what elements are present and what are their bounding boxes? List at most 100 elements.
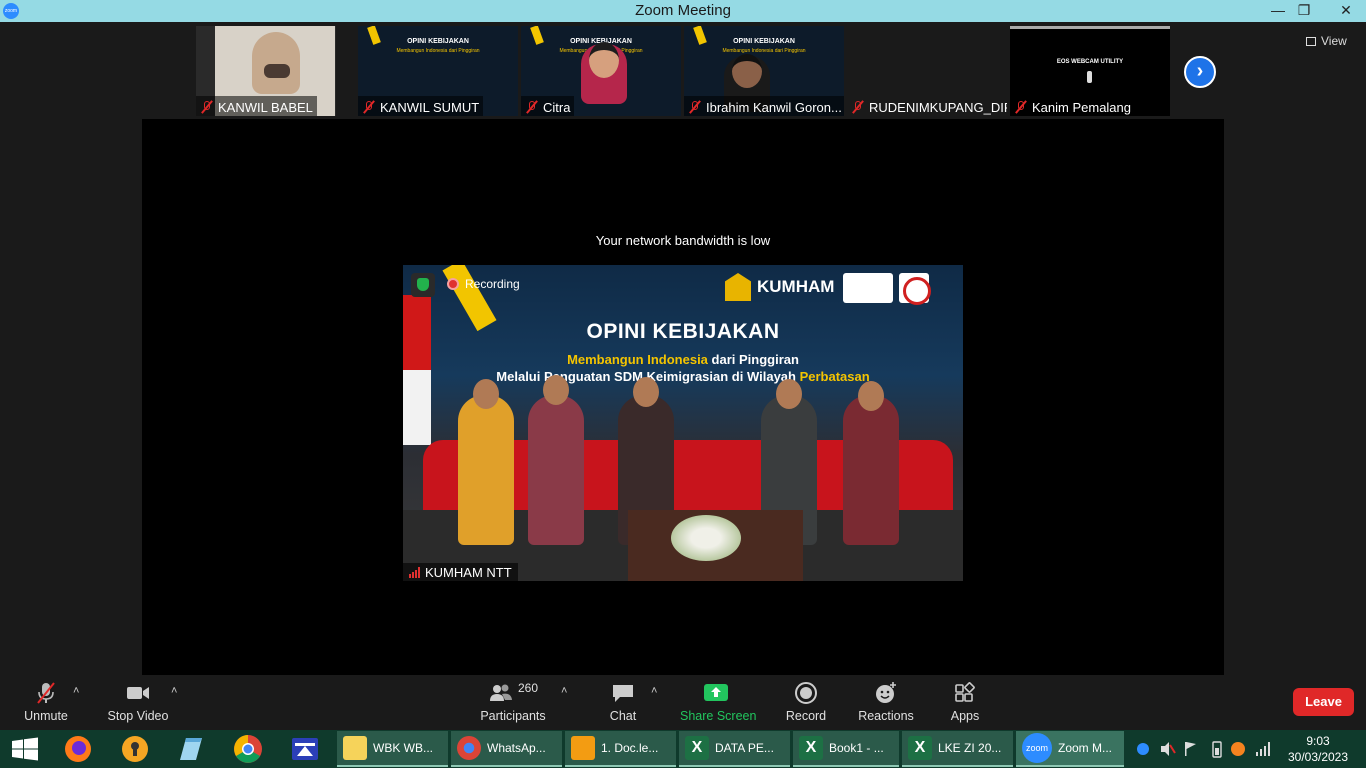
share-screen-icon <box>680 681 752 705</box>
panelist <box>843 395 899 545</box>
participant-name-bar: KANWIL SUMUT <box>358 96 484 116</box>
excel-icon: X <box>908 736 932 760</box>
muted-mic-icon <box>852 100 864 114</box>
chrome-taskbar-icon[interactable] <box>222 732 274 766</box>
unmute-button[interactable]: Unmute <box>18 681 74 727</box>
avast-icon[interactable] <box>1230 730 1246 768</box>
taskbar-item-label: Book1 - ... <box>829 741 884 755</box>
taskbar-item-explorer[interactable]: WBK WB... <box>337 731 448 767</box>
minimize-button[interactable]: — <box>1265 0 1291 22</box>
clock-date: 30/03/2023 <box>1287 750 1349 764</box>
speaker-name-bar: KUMHAM NTT <box>403 563 518 581</box>
excel-icon: X <box>685 736 709 760</box>
taskbar-item-label: DATA PE... <box>715 741 774 755</box>
panelist-head <box>633 377 659 407</box>
slide-title: OPINI KEBIJAKAN <box>407 38 469 45</box>
record-button[interactable]: Record <box>784 681 828 727</box>
record-icon <box>784 681 828 705</box>
panelist-head <box>858 381 884 411</box>
unmute-label: Unmute <box>24 709 68 723</box>
chat-label: Chat <box>609 709 637 723</box>
restore-button[interactable]: ❐ <box>1291 0 1317 22</box>
webcam-utility-text: EOS WEBCAM UTILITY <box>1056 59 1124 65</box>
notepad-taskbar-icon[interactable] <box>164 732 216 766</box>
security-shield-icon[interactable] <box>411 273 435 297</box>
share-screen-button[interactable]: Share Screen <box>680 681 756 727</box>
apps-icon <box>945 681 985 705</box>
zoom-icon: zoom <box>1022 733 1052 763</box>
muted-mic-icon <box>689 100 701 114</box>
taskbar-item-excel[interactable]: X DATA PE... <box>679 731 790 767</box>
action-center-flag-icon[interactable] <box>1182 730 1198 768</box>
windows-logo-icon <box>12 737 38 761</box>
participant-tile[interactable]: OPINI KEBIJAKAN Membangun Indonesia dari… <box>684 26 844 116</box>
participant-tile[interactable]: EOS WEBCAM UTILITY Kanim Pemalang <box>1010 26 1170 116</box>
chat-options-caret[interactable]: ˄ <box>651 685 657 697</box>
scanner-taskbar-icon[interactable] <box>279 732 331 766</box>
subheadline-highlight: Membangun Indonesia <box>567 352 708 367</box>
participants-options-caret[interactable]: ˄ <box>561 685 567 697</box>
reactions-button[interactable]: Reactions <box>857 681 915 727</box>
participant-tile[interactable]: KANWIL BABEL <box>196 26 336 116</box>
participant-name: RUDENIMKUPANG_DIFI <box>869 99 1007 115</box>
next-page-button[interactable]: › <box>1184 56 1216 88</box>
taskbar-item-label: 1. Doc.le... <box>601 741 659 755</box>
close-button[interactable]: ✕ <box>1331 0 1361 22</box>
badge-logo <box>899 273 931 305</box>
flower-arrangement <box>671 515 741 561</box>
taskbar-item-label: WBK WB... <box>373 741 433 755</box>
taskbar-item-zoom[interactable]: zoom Zoom M... <box>1016 731 1124 767</box>
taskbar-item-label: LKE ZI 20... <box>938 741 1002 755</box>
start-button[interactable] <box>0 730 50 768</box>
logo-text: KUMHAM <box>757 277 835 296</box>
webcam-icon <box>1087 71 1092 83</box>
taskbar-item-label: Zoom M... <box>1058 741 1113 755</box>
participants-label: Participants <box>480 709 546 723</box>
audio-options-caret[interactable]: ˄ <box>73 685 79 697</box>
taskbar-item-excel[interactable]: X Book1 - ... <box>793 731 899 767</box>
panelist-head <box>776 379 802 409</box>
recording-indicator[interactable]: Recording <box>447 277 520 291</box>
zoom-tray-icon[interactable] <box>1136 730 1150 768</box>
recording-icon <box>447 278 459 290</box>
view-button[interactable]: View <box>1306 34 1347 48</box>
participant-tile[interactable]: OPINI KEBIJAKAN Membangun Indonesia dari… <box>521 26 681 116</box>
taskbar-item-label: WhatsAp... <box>487 741 546 755</box>
stop-video-label: Stop Video <box>107 709 169 723</box>
subheadline-highlight: Perbatasan <box>799 369 870 384</box>
chat-button[interactable]: Chat <box>603 681 643 727</box>
folder-icon <box>343 736 367 760</box>
firefox-taskbar-icon[interactable] <box>52 732 104 766</box>
stop-video-button[interactable]: Stop Video <box>104 681 172 727</box>
apps-button[interactable]: Apps <box>945 681 985 727</box>
participants-button[interactable]: 260 Participants <box>478 681 548 727</box>
taskbar-item-whatsapp[interactable]: WhatsAp... <box>451 731 562 767</box>
video-headline: OPINI KEBIJAKAN <box>586 320 780 343</box>
participant-tile[interactable]: RUDENIMKUPANG_DIFI <box>847 26 1007 116</box>
battery-icon[interactable] <box>1210 730 1224 768</box>
leave-button[interactable]: Leave <box>1293 688 1354 716</box>
panelist <box>528 395 584 545</box>
video-subheadline: Membangun Indonesia dari Pinggiran <box>403 352 963 367</box>
participant-gallery: KANWIL BABEL OPINI KEBIJAKAN Membangun I… <box>0 22 1366 119</box>
participant-name: KANWIL BABEL <box>218 99 313 115</box>
chat-icon <box>603 681 643 705</box>
taskbar-item-excel[interactable]: X LKE ZI 20... <box>902 731 1013 767</box>
network-signal-icon[interactable] <box>1254 730 1272 768</box>
participant-name: Kanim Pemalang <box>1032 99 1131 115</box>
participant-tile[interactable]: OPINI KEBIJAKAN Membangun Indonesia dari… <box>358 26 518 116</box>
badge-logo <box>843 273 893 303</box>
main-stage: Your network bandwidth is low Recording … <box>142 119 1224 675</box>
taskbar-item-pdf[interactable]: 1. Doc.le... <box>565 731 676 767</box>
emblem-icon <box>725 273 751 301</box>
muted-volume-icon[interactable] <box>1158 730 1176 768</box>
subheadline-text: dari Pinggiran <box>707 352 799 367</box>
participant-name-bar: KANWIL BABEL <box>196 96 317 116</box>
vpn-taskbar-icon[interactable] <box>109 732 161 766</box>
windows-taskbar: WBK WB... WhatsAp... 1. Doc.le... X DATA… <box>0 730 1366 768</box>
title-bar: zoom Zoom Meeting — ❐ ✕ <box>0 0 1366 22</box>
system-clock[interactable]: 9:03 30/03/2023 <box>1282 733 1354 765</box>
excel-icon: X <box>799 736 823 760</box>
video-options-caret[interactable]: ˄ <box>171 685 177 697</box>
active-speaker-video[interactable]: Recording KUMHAM OPINI KEBIJAKAN Membang… <box>403 265 963 581</box>
